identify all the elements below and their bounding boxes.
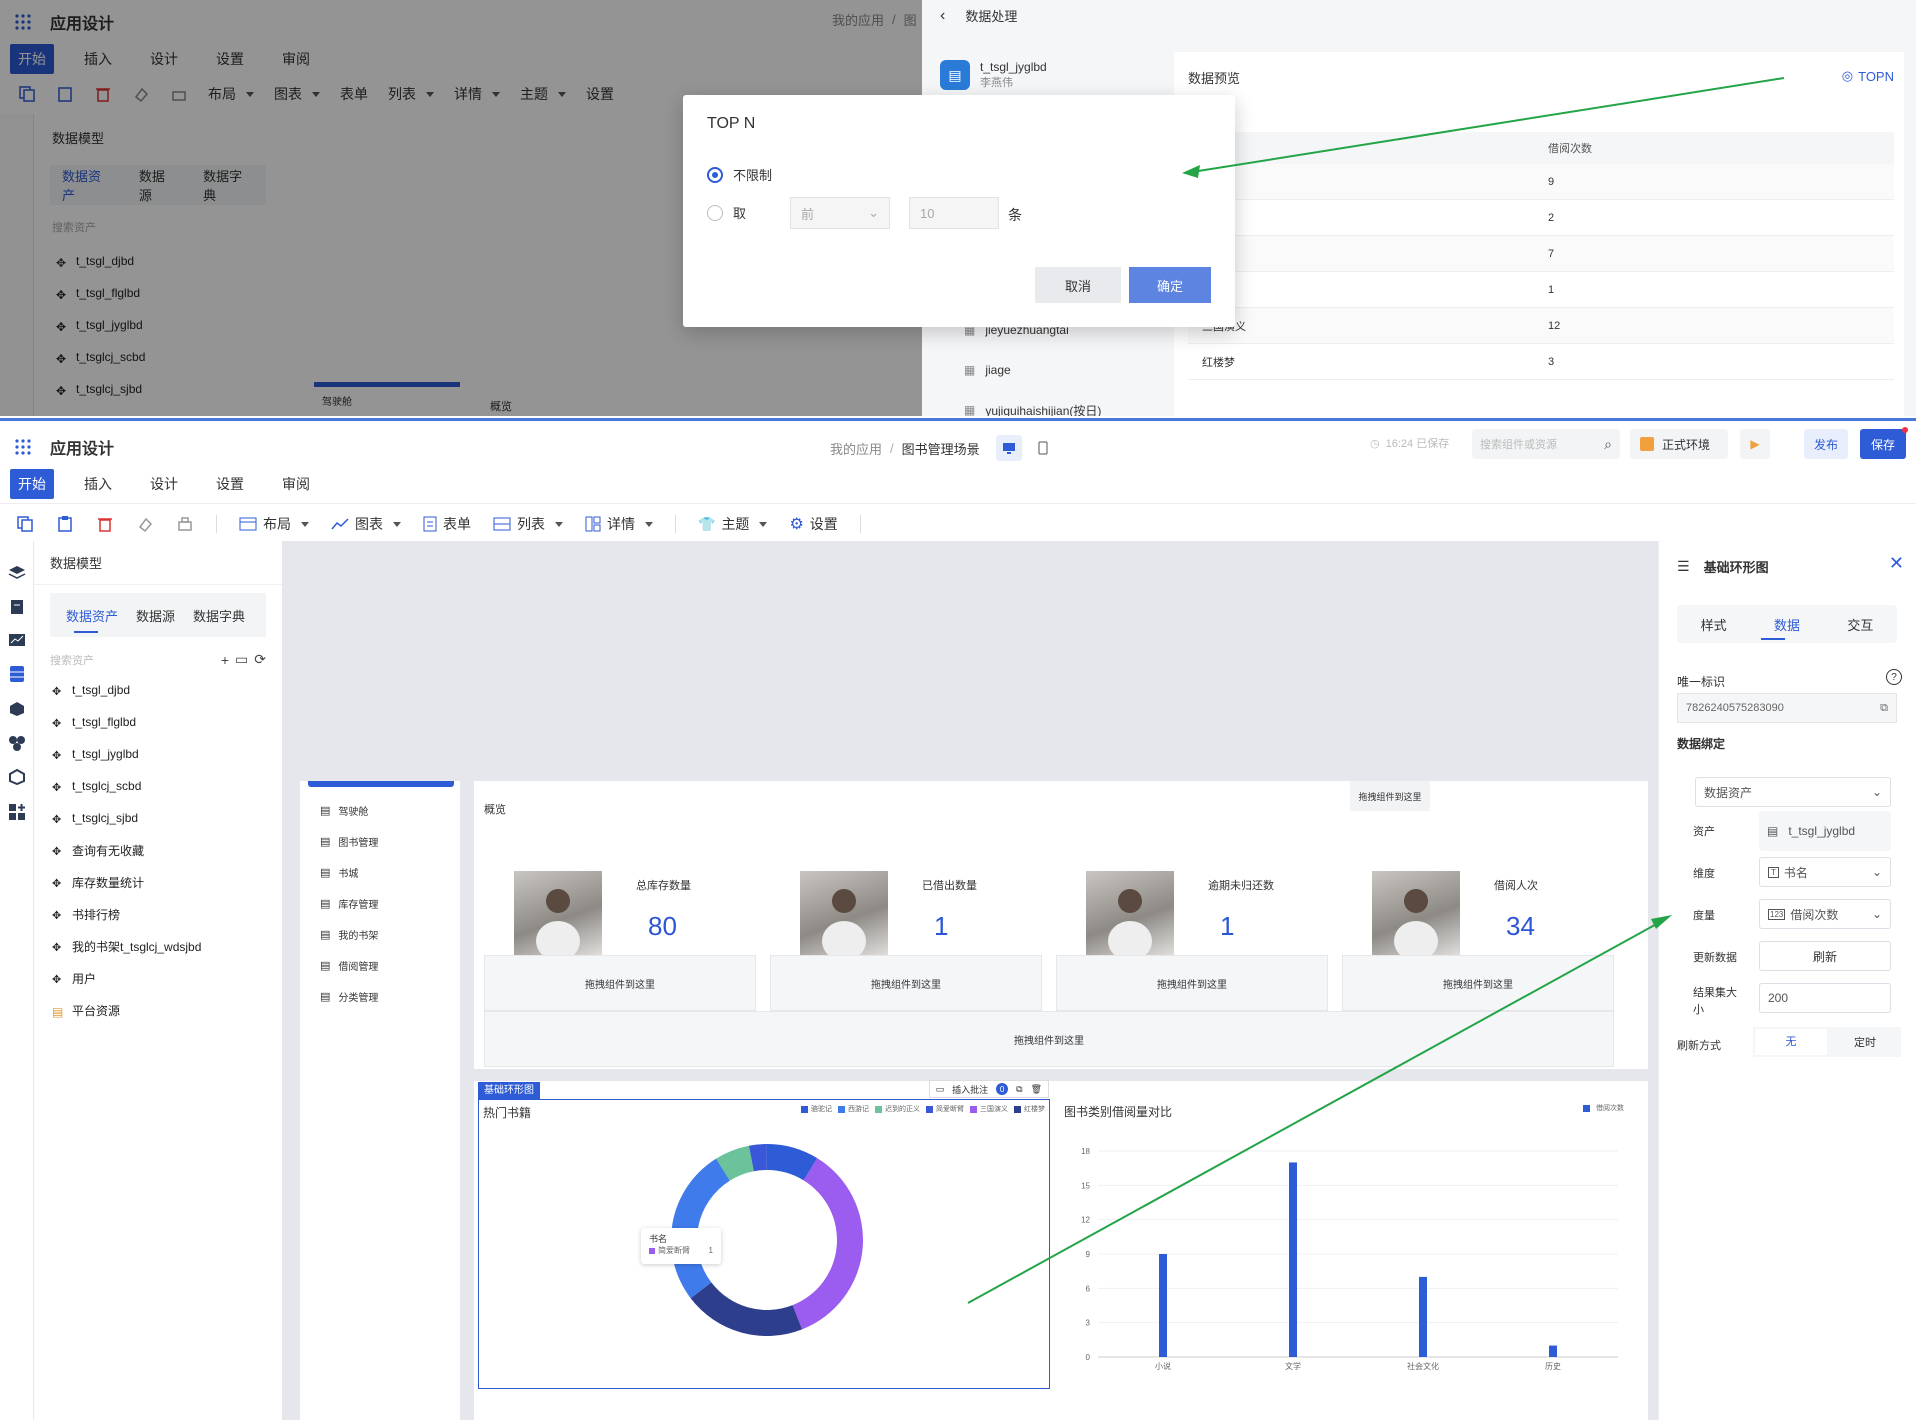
annotation-arrow — [1182, 77, 1785, 178]
top-screenshot: 应用设计 我的应用 / 图 开始 插入 设计 设置 审阅 布局 图表 表单 列表 详… — [0, 0, 1916, 416]
bottom-screenshot: 应用设计 我的应用 / 图书管理场景 ◷ 16:24 已保存 搜索组件或资源 ⌕ 正… — [0, 418, 1916, 1420]
annotation-arrow — [967, 915, 1672, 1304]
